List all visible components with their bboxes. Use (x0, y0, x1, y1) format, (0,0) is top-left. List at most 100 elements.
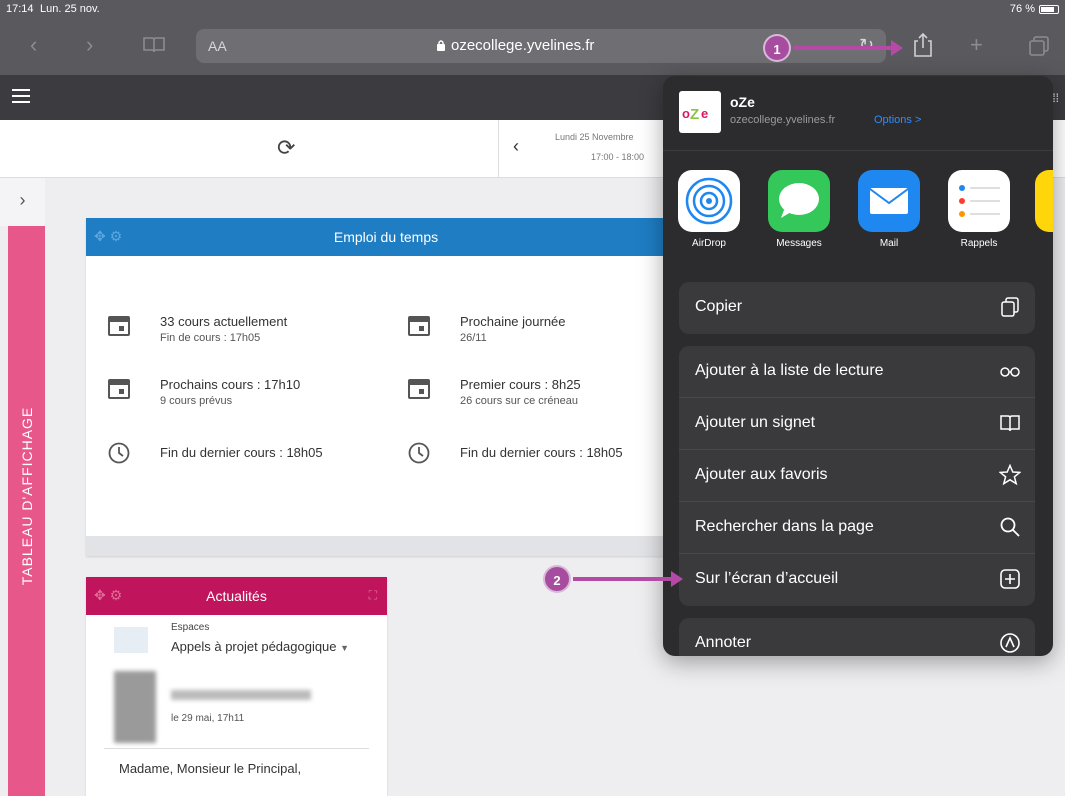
share-app-reminders[interactable]: Rappels (945, 170, 1013, 249)
expand-icon[interactable]: ⛶ (369, 588, 377, 603)
airdrop-icon (678, 170, 740, 232)
stat-title: 33 cours actuellement (160, 314, 288, 329)
status-bar: 17:14 Lun. 25 nov. 76 % (0, 0, 1065, 18)
stat-subtitle: 26/11 (460, 332, 487, 344)
url-text: ozecollege.yvelines.fr (451, 37, 595, 54)
back-icon[interactable]: ‹ (30, 34, 37, 56)
apps-grid-icon[interactable]: ⁞⁞ (1052, 91, 1059, 105)
messages-icon (768, 170, 830, 232)
stat-current-courses: 33 cours actuellement Fin de cours : 17h… (108, 314, 398, 354)
stat-next-day: Prochaine journée 26/11 (408, 314, 678, 354)
schedule-navigator: ‹ Lundi 25 Novembre 17:00 - 18:00 (498, 120, 678, 178)
space-label: Espaces (171, 622, 210, 633)
lock-icon (437, 40, 445, 51)
clock-icon (108, 442, 130, 464)
side-panel-label: TABLEAU D'AFFICHAGE (18, 406, 35, 586)
forward-icon[interactable]: › (86, 34, 93, 56)
stat-next-courses: Prochains cours : 17h10 9 cours prévus (108, 377, 398, 417)
space-select[interactable]: Appels à projet pédagogique ▼ (171, 639, 349, 654)
share-app-airdrop[interactable]: AirDrop (675, 170, 743, 249)
reminders-icon (948, 170, 1010, 232)
step-badge-2: 2 (543, 565, 571, 593)
action-label: Sur l’écran d’accueil (695, 570, 839, 587)
markup-icon (1000, 633, 1020, 653)
space-logo (114, 627, 148, 653)
action-label: Ajouter à la liste de lecture (695, 362, 884, 379)
stat-title: Fin du dernier cours : 18h05 (160, 445, 323, 460)
stat-title: Premier cours : 8h25 (460, 377, 581, 392)
action-label: Rechercher dans la page (695, 518, 874, 535)
author-name-blurred (171, 690, 311, 700)
new-tab-icon[interactable]: + (970, 34, 983, 56)
share-app-label: Messages (776, 238, 822, 249)
news-message: Madame, Monsieur le Principal, (119, 761, 302, 776)
card-footer (86, 536, 686, 556)
bookmarks-icon[interactable] (142, 36, 166, 58)
svg-text:o: o (682, 106, 690, 121)
action-label: Copier (695, 298, 743, 315)
menu-icon[interactable] (12, 89, 30, 107)
calendar-icon (408, 379, 430, 399)
status-date: Lun. 25 nov. (40, 3, 100, 15)
news-card: ✥ ⚙ Actualités ⛶ Espaces Appels à projet… (86, 577, 387, 796)
copy-group: Copier (679, 282, 1035, 334)
schedule-time: 17:00 - 18:00 (591, 152, 645, 162)
stat-first-course: Premier cours : 8h25 26 cours sur ce cré… (408, 377, 678, 417)
share-domain: ozecollege.yvelines.fr (730, 114, 836, 126)
action-annotate[interactable]: Annoter (679, 618, 1035, 656)
share-app-label: Rappels (960, 238, 998, 249)
step-arrow-1 (793, 40, 903, 56)
tabs-icon[interactable] (1028, 35, 1050, 61)
safari-toolbar: 17:14 Lun. 25 nov. 76 % ‹ › AA ozecolleg… (0, 0, 1065, 75)
action-favorites[interactable]: Ajouter aux favoris (679, 450, 1035, 502)
timetable-header: ✥ ⚙ Emploi du temps (86, 218, 686, 256)
stat-title: Fin du dernier cours : 18h05 (460, 445, 623, 460)
author-avatar (114, 671, 156, 743)
stat-title: Prochaine journée (460, 314, 566, 329)
share-app-mail[interactable]: Mail (855, 170, 923, 249)
news-timestamp: le 29 mai, 17h11 (171, 713, 245, 724)
star-icon (999, 464, 1021, 486)
reading-list-icon (1000, 367, 1020, 377)
step-arrow-2 (573, 571, 683, 587)
options-link[interactable]: Options > (874, 114, 921, 126)
refresh-icon[interactable]: ⟳ (277, 135, 295, 161)
action-label: Ajouter un signet (695, 414, 816, 431)
actions-group: Ajouter à la liste de lecture Ajouter un… (679, 346, 1035, 606)
add-square-icon (1000, 569, 1020, 589)
share-apps-row: AirDrop Messages Mail Rappels (677, 170, 1053, 270)
divider (104, 748, 369, 749)
action-add-to-home-screen[interactable]: Sur l’écran d’accueil (679, 554, 1035, 606)
action-label: Annoter (695, 634, 752, 651)
share-app-messages[interactable]: Messages (765, 170, 833, 249)
oze-logo: oZe (679, 91, 721, 133)
share-app-label: Mail (879, 238, 899, 249)
share-icon[interactable] (912, 32, 934, 62)
action-find-in-page[interactable]: Rechercher dans la page (679, 502, 1035, 554)
mail-icon (858, 170, 920, 232)
side-panel-toggle[interactable]: › (0, 178, 45, 226)
text-size-button[interactable]: AA (208, 38, 227, 54)
share-sheet-header: oZe oZe ozecollege.yvelines.fr Options > (663, 76, 1053, 151)
stat-last-course-2: Fin du dernier cours : 18h05 (408, 442, 678, 472)
previous-icon[interactable]: ‹ (513, 136, 519, 157)
share-app-name: oZe (730, 94, 755, 110)
screenshot: { "status_bar": { "time": "17:14", "date… (0, 0, 1065, 796)
action-copy[interactable]: Copier (679, 282, 1035, 334)
stat-subtitle: 26 cours sur ce créneau (460, 395, 579, 407)
action-reading-list[interactable]: Ajouter à la liste de lecture (679, 346, 1035, 398)
battery-percent: 76 % (1009, 3, 1035, 15)
action-bookmark[interactable]: Ajouter un signet (679, 398, 1035, 450)
share-app-notes-partial[interactable] (1035, 170, 1053, 232)
notes-icon (1035, 170, 1053, 232)
side-panel-tab[interactable]: TABLEAU D'AFFICHAGE (8, 226, 45, 796)
news-header: ✥ ⚙ Actualités ⛶ (86, 577, 387, 615)
share-sheet: oZe oZe ozecollege.yvelines.fr Options >… (663, 76, 1053, 656)
schedule-date: Lundi 25 Novembre (555, 132, 634, 142)
step-badge-1: 1 (763, 34, 791, 62)
status-time: 17:14 (6, 3, 34, 15)
space-select-value: Appels à projet pédagogique (171, 639, 337, 654)
calendar-icon (108, 379, 130, 399)
dropdown-caret-icon: ▼ (340, 643, 350, 653)
magnifier-icon (1000, 517, 1020, 537)
